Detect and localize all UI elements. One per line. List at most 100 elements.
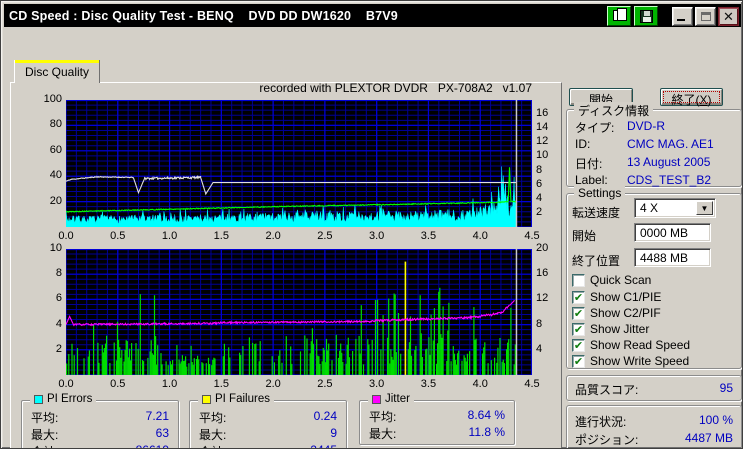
max-label: 最大:	[31, 428, 59, 442]
pi-failures-max-row: 最大: 9	[199, 426, 337, 442]
end-pos-input[interactable]: 4488 MB	[634, 248, 711, 267]
pi-errors-box: PI Errors 平均: 7.21 最大: 63 合計 : 86619	[21, 393, 179, 448]
tab-label: Disc Quality	[24, 65, 89, 79]
axis-tick-label: 0.0	[58, 378, 74, 390]
pi-failures-title: PI Failures	[215, 393, 270, 405]
settings-title: Settings	[574, 186, 626, 200]
exit-button-label: 終了(	[671, 93, 700, 107]
pi-errors-avg-row: 平均: 7.21	[31, 409, 169, 425]
axis-tick-label: 3.5	[420, 378, 437, 390]
pi-errors-title: PI Errors	[47, 393, 93, 405]
axis-tick-label: 10	[536, 149, 549, 162]
disc-label-row: Label: CDS_TEST_B2	[575, 173, 712, 187]
minimize-button[interactable]	[672, 6, 693, 26]
axis-tick-label: 4.5	[524, 378, 540, 390]
chevron-down-icon[interactable]: ▼	[696, 201, 713, 215]
checkbox-icon[interactable]	[572, 273, 585, 287]
floppy-disk-icon	[640, 10, 653, 23]
tab-disc-quality[interactable]: Disc Quality	[14, 60, 100, 83]
avg-label: 平均:	[369, 410, 397, 424]
progress-row: 進行状況: 100 %	[575, 413, 733, 430]
axis-tick-label: 2	[536, 205, 543, 218]
avg-label: 平均:	[31, 411, 59, 425]
axis-tick-label: 4.0	[472, 378, 488, 390]
axis-tick-label: 16	[536, 107, 549, 120]
axis-tick-label: 2.0	[265, 230, 281, 242]
end-pos-label: 終了位置	[572, 254, 621, 268]
avg-label: 平均:	[199, 411, 227, 425]
axis-tick-label: 6	[536, 177, 543, 190]
client-area: Disc Quality recorded with PLEXTOR DVDR …	[4, 27, 742, 448]
progress-label: 進行状況:	[575, 415, 627, 429]
total-label: 合計 :	[31, 443, 62, 448]
app-window: CD Speed : Disc Quality Test - BENQ DVD …	[0, 0, 743, 449]
top-quality-chart	[66, 100, 532, 227]
axis-tick-label: 1.5	[213, 230, 229, 242]
pi-errors-total-row: 合計 : 86619	[31, 443, 169, 448]
checkbox-show-c1-pie[interactable]: ✔ Show C1/PIE	[572, 290, 661, 304]
max-value: 63	[155, 426, 169, 440]
bottom-quality-chart	[66, 249, 532, 375]
axis-tick-label: 4.0	[472, 230, 488, 242]
checkbox-icon[interactable]: ✔	[572, 322, 585, 336]
avg-value: 8.64 %	[467, 408, 505, 422]
end-pos-value: 4488 MB	[640, 251, 689, 265]
axis-tick-label: 3.0	[369, 230, 385, 242]
max-label: 最大:	[369, 427, 397, 441]
quality-score-value: 95	[719, 381, 733, 395]
start-pos-input[interactable]: 0000 MB	[634, 223, 711, 242]
checkbox-show-read-speed[interactable]: ✔ Show Read Speed	[572, 338, 690, 352]
titlebar[interactable]: CD Speed : Disc Quality Test - BENQ DVD …	[4, 4, 741, 27]
position-row: ポジション: 4487 MB	[575, 431, 733, 448]
exit-button[interactable]: 終了(X)	[660, 88, 723, 107]
max-value: 9	[330, 426, 337, 440]
progress-value: 100 %	[698, 413, 733, 427]
start-pos-label: 開始	[572, 229, 597, 243]
avg-value: 7.21	[145, 409, 169, 423]
checkbox-quick-scan[interactable]: Quick Scan	[572, 273, 651, 287]
pi-errors-max-row: 最大: 63	[31, 426, 169, 442]
max-value: 11.8 %	[468, 425, 505, 439]
window-title: CD Speed : Disc Quality Test - BENQ DVD …	[9, 8, 398, 23]
axis-tick-label: 0.5	[110, 230, 126, 242]
axis-tick-label: 100	[43, 93, 62, 105]
total-value: 2445	[310, 443, 337, 448]
tab-active-stripe	[14, 60, 100, 63]
pi-failures-legend: PI Failures	[198, 393, 274, 405]
axis-tick-label: 3.0	[369, 378, 385, 390]
progress-group: 進行状況: 100 % ポジション: 4487 MB 速度: 4.17 X	[566, 405, 742, 448]
axis-tick-label: 2.5	[317, 230, 333, 242]
maximize-button[interactable]	[695, 6, 716, 26]
axis-tick-label: 2	[55, 342, 62, 355]
axis-tick-label: 8	[55, 267, 62, 280]
jitter-max-row: 最大: 11.8 %	[369, 425, 505, 441]
copy-icon[interactable]	[607, 6, 631, 26]
checkbox-show-c2-pif[interactable]: ✔ Show C2/PIF	[572, 306, 661, 320]
close-button[interactable]: ✕	[718, 6, 739, 26]
checkbox-show-write-speed[interactable]: ✔ Show Write Speed	[572, 354, 689, 368]
titlebar-buttons: ✕	[604, 6, 739, 26]
disc-date-row: 日付: 13 August 2005	[575, 155, 711, 171]
axis-tick-label: 16	[536, 267, 549, 280]
checkbox-icon[interactable]: ✔	[572, 290, 585, 304]
axis-tick-label: 1.5	[213, 378, 229, 390]
disc-type-row: タイプ: DVD-R	[575, 119, 665, 135]
pi-failures-total-row: 合計 : 2445	[199, 443, 337, 448]
checkbox-icon[interactable]: ✔	[572, 354, 585, 368]
position-value: 4487 MB	[684, 431, 733, 445]
speed-value: 4 X	[640, 201, 659, 215]
avg-value: 0.24	[313, 409, 337, 423]
checkbox-icon[interactable]: ✔	[572, 306, 585, 320]
axis-tick-label: 12	[536, 135, 549, 148]
checkbox-show-jitter[interactable]: ✔ Show Jitter	[572, 322, 649, 336]
axis-tick-label: 3.5	[420, 230, 437, 242]
axis-tick-label: 6	[55, 292, 62, 305]
save-icon[interactable]	[634, 6, 658, 26]
axis-tick-label: 20	[49, 194, 62, 207]
pi-errors-legend: PI Errors	[30, 393, 97, 405]
speed-combobox[interactable]: 4 X ▼	[634, 198, 716, 218]
axis-tick-label: 80	[49, 118, 62, 131]
axis-tick-label: 40	[49, 169, 62, 182]
checkbox-icon[interactable]: ✔	[572, 338, 585, 352]
copy-pages-icon	[613, 8, 627, 21]
